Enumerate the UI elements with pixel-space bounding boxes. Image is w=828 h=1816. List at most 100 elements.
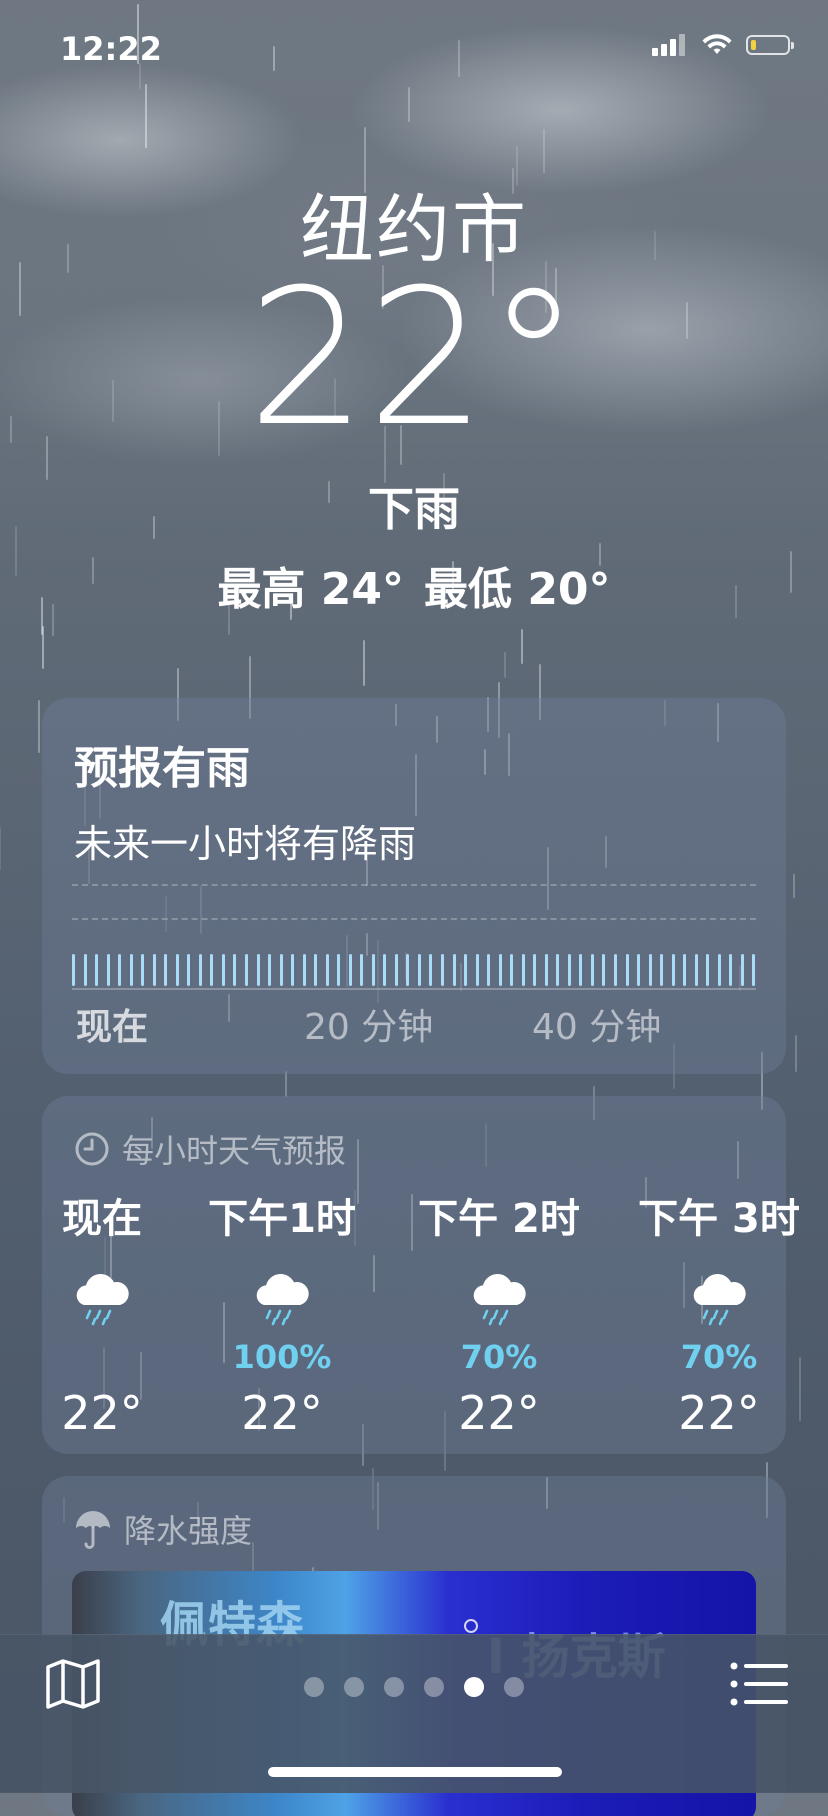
page-dot[interactable] — [344, 1677, 364, 1697]
precipitation-bar — [360, 954, 364, 986]
precipitation-bar — [175, 954, 179, 986]
precipitation-bar — [521, 954, 525, 986]
rain-cloud-icon — [7, 1254, 197, 1344]
precipitation-bars — [72, 950, 756, 986]
chart-gridline — [72, 918, 756, 920]
high-low-temperature: 最高 24° 最低 20° — [0, 553, 828, 617]
axis-label-20min: 20 分钟 — [304, 1007, 434, 1048]
precipitation-bar — [302, 954, 306, 986]
temperature-value: 22 — [247, 249, 487, 468]
hour-time: 下午1时 — [208, 1196, 356, 1242]
axis-label-40min: 40 分钟 — [532, 1007, 662, 1048]
precipitation-bar — [729, 954, 733, 986]
hour-temp: 22° — [678, 1386, 760, 1440]
precipitation-bar — [106, 954, 110, 986]
precipitation-bar — [417, 954, 421, 986]
hourly-scroll[interactable]: 现在 22° 下午1时 100% 22° 下午 2时 70% 22° 下午 3时… — [42, 1186, 800, 1446]
precipitation-bar — [602, 954, 606, 986]
page-dot[interactable] — [464, 1677, 484, 1697]
map-city-dot — [464, 1619, 478, 1633]
cellular-signal-icon — [652, 34, 685, 56]
precipitation-bar — [268, 954, 272, 986]
precipitation-bar — [394, 954, 398, 986]
rain-forecast-card[interactable]: 预报有雨 未来一小时将有降雨 现在 20 分钟 40 分钟 — [42, 698, 786, 1074]
precipitation-bar — [475, 954, 479, 986]
precipitation-bar — [72, 954, 75, 986]
hour-chance: 70% — [460, 1338, 538, 1376]
precipitation-bar — [348, 954, 352, 986]
hour-temp: 22° — [458, 1386, 540, 1440]
home-indicator[interactable] — [268, 1767, 562, 1777]
degree-symbol: ° — [486, 249, 581, 468]
precipitation-bar — [694, 954, 698, 986]
hour-item[interactable]: 现在 22° — [7, 1186, 197, 1440]
precipitation-bar — [648, 954, 652, 986]
precipitation-bar — [556, 954, 560, 986]
precipitation-bar — [256, 954, 260, 986]
rain-cloud-icon — [624, 1254, 814, 1344]
hour-time: 下午 3时 — [638, 1196, 800, 1242]
precipitation-bar — [671, 954, 675, 986]
precipitation-bar — [118, 954, 122, 986]
page-dot[interactable] — [424, 1677, 444, 1697]
precipitation-bar — [221, 954, 225, 986]
precipitation-bar — [95, 954, 99, 986]
hourly-header-label: 每小时天气预报 — [122, 1132, 347, 1170]
precipitation-bar — [567, 954, 571, 986]
precipitation-bar — [141, 954, 145, 986]
hour-chance: 100% — [232, 1338, 332, 1376]
precipitation-bar — [487, 954, 491, 986]
axis-label-now: 现在 — [76, 1007, 149, 1048]
hourly-header: 每小时天气预报 — [74, 1126, 346, 1172]
precipitation-bar — [452, 954, 456, 986]
hour-item[interactable]: 下午 2时 70% 22° — [404, 1186, 594, 1440]
page-dot[interactable] — [384, 1677, 404, 1697]
precipitation-bar — [441, 954, 444, 986]
precipitation-bar — [464, 954, 468, 986]
hour-item[interactable]: 下午1时 100% 22° — [187, 1186, 377, 1440]
precipitation-header: 降水强度 — [74, 1506, 252, 1552]
precipitation-bar — [198, 954, 202, 986]
battery-icon — [746, 35, 794, 55]
wifi-icon — [702, 34, 732, 54]
rain-cloud-icon — [404, 1254, 594, 1344]
hour-chance — [7, 1338, 197, 1374]
clock-icon — [75, 1132, 109, 1166]
precipitation-bar — [660, 954, 664, 986]
precipitation-bar — [383, 954, 387, 986]
precipitation-bar — [164, 954, 168, 986]
page-dot[interactable] — [504, 1677, 524, 1697]
precipitation-bar — [740, 954, 744, 986]
hour-chance: 70% — [680, 1338, 758, 1376]
page-dot[interactable] — [304, 1677, 324, 1697]
precipitation-bar — [498, 954, 502, 986]
precipitation-bar — [279, 954, 283, 986]
chart-gridline — [72, 884, 756, 886]
precipitation-bar — [83, 954, 87, 986]
hour-item[interactable]: 下午 3时 70% 22° — [624, 1186, 814, 1440]
high-temperature: 最高 24° — [217, 564, 404, 615]
precipitation-bar — [613, 954, 617, 986]
precipitation-bar — [429, 954, 433, 986]
bottom-toolbar — [0, 1634, 828, 1793]
precipitation-bar — [406, 954, 410, 986]
page-indicator[interactable] — [0, 1677, 828, 1697]
umbrella-icon — [76, 1511, 110, 1549]
precipitation-bar — [325, 954, 329, 986]
precipitation-bar — [706, 954, 710, 986]
precipitation-bar — [210, 954, 214, 986]
precipitation-bar — [371, 954, 375, 986]
hour-temp: 22° — [241, 1386, 323, 1440]
precipitation-bar — [291, 954, 295, 986]
status-icons — [652, 34, 794, 56]
list-icon[interactable] — [730, 1661, 788, 1707]
precipitation-bar — [544, 954, 548, 986]
hour-time: 下午 2时 — [418, 1196, 580, 1242]
hourly-forecast-card[interactable]: 每小时天气预报 现在 22° 下午1时 100% 22° 下午 2时 70% 2… — [42, 1096, 800, 1454]
current-temperature: 22° — [0, 265, 828, 453]
precipitation-bar — [752, 954, 756, 986]
rain-forecast-subtitle: 未来一小时将有降雨 — [74, 822, 417, 866]
precipitation-bar — [337, 954, 341, 986]
precipitation-bar — [233, 954, 237, 986]
precipitation-bar — [187, 954, 191, 986]
